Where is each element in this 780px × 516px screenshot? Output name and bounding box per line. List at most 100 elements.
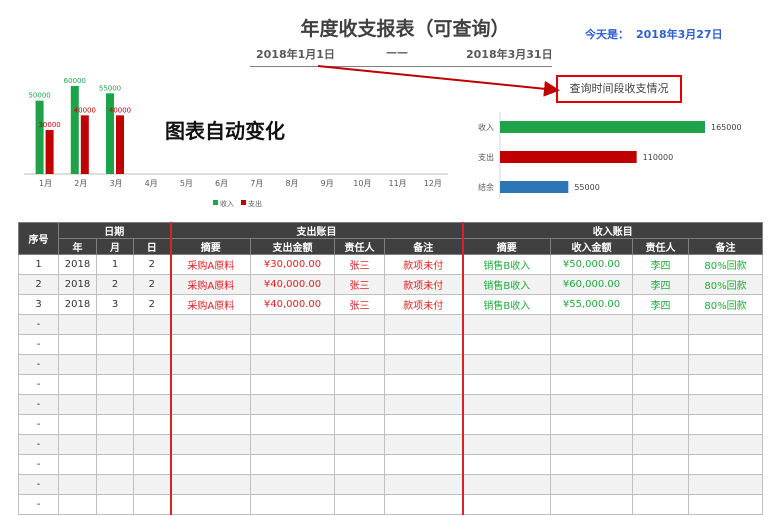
cell-inc-person[interactable]: [632, 374, 690, 395]
cell-day[interactable]: 2: [132, 274, 172, 295]
cell-inc-desc[interactable]: [461, 494, 552, 515]
table-row[interactable]: -: [18, 494, 764, 515]
table-row[interactable]: -: [18, 354, 764, 375]
table-row[interactable]: -: [18, 454, 764, 475]
cell-inc-person[interactable]: [632, 394, 690, 415]
cell-exp-person[interactable]: [334, 434, 386, 455]
cell-exp-person[interactable]: [334, 334, 386, 355]
cell-inc-desc[interactable]: [461, 394, 552, 415]
cell-year[interactable]: [58, 494, 97, 515]
cell-exp-person[interactable]: [334, 314, 386, 335]
cell-inc-amount[interactable]: [550, 454, 634, 475]
cell-inc-note[interactable]: [688, 354, 764, 375]
cell-inc-amount[interactable]: [550, 374, 634, 395]
cell-exp-desc[interactable]: [169, 314, 252, 335]
cell-exp-person[interactable]: [334, 474, 386, 495]
cell-exp-desc[interactable]: [169, 414, 252, 435]
table-row[interactable]: -: [18, 434, 764, 455]
cell-year[interactable]: [58, 354, 97, 375]
cell-inc-person[interactable]: 李四: [632, 274, 690, 295]
cell-inc-note[interactable]: [688, 454, 764, 475]
cell-inc-desc[interactable]: 销售B收入: [461, 254, 552, 275]
cell-exp-person[interactable]: [334, 374, 386, 395]
cell-inc-desc[interactable]: [461, 334, 552, 355]
cell-inc-desc[interactable]: [461, 434, 552, 455]
cell-inc-desc[interactable]: [461, 374, 552, 395]
cell-inc-desc[interactable]: 销售B收入: [461, 294, 552, 315]
cell-inc-person[interactable]: [632, 474, 690, 495]
cell-seq[interactable]: -: [18, 434, 59, 455]
cell-inc-desc[interactable]: [461, 414, 552, 435]
cell-exp-person[interactable]: [334, 494, 386, 515]
cell-exp-amount[interactable]: ¥30,000.00: [250, 254, 336, 275]
cell-exp-desc[interactable]: [169, 454, 252, 475]
cell-seq[interactable]: -: [18, 494, 59, 515]
cell-seq[interactable]: -: [18, 394, 59, 415]
cell-inc-amount[interactable]: [550, 334, 634, 355]
cell-exp-amount[interactable]: [250, 334, 336, 355]
cell-exp-desc[interactable]: [169, 374, 252, 395]
query-start-date[interactable]: 2018年1月1日: [256, 46, 335, 62]
cell-year[interactable]: [58, 474, 97, 495]
cell-year[interactable]: [58, 334, 97, 355]
table-row[interactable]: -: [18, 474, 764, 495]
cell-inc-amount[interactable]: ¥55,000.00: [550, 294, 634, 315]
table-row[interactable]: 1 2018 1 2 采购A原料 ¥30,000.00 张三 款项未付 销售B收入 ¥50,000…: [18, 254, 764, 275]
cell-exp-desc[interactable]: 采购A原料: [169, 254, 252, 275]
table-row[interactable]: 2 2018 2 2 采购A原料 ¥40,000.00 张三 款项未付 销售B收入 ¥60,000…: [18, 274, 764, 295]
cell-month[interactable]: [96, 414, 134, 435]
cell-inc-person[interactable]: [632, 434, 690, 455]
cell-month[interactable]: [96, 354, 134, 375]
cell-month[interactable]: [96, 374, 134, 395]
cell-month[interactable]: 3: [96, 294, 134, 315]
cell-year[interactable]: [58, 394, 97, 415]
cell-inc-person[interactable]: [632, 414, 690, 435]
cell-inc-desc[interactable]: [461, 354, 552, 375]
cell-year[interactable]: 2018: [58, 254, 97, 275]
cell-year[interactable]: 2018: [58, 274, 97, 295]
cell-month[interactable]: [96, 314, 134, 335]
cell-day[interactable]: [132, 354, 172, 375]
cell-inc-note[interactable]: 80%回款: [688, 294, 764, 315]
cell-inc-amount[interactable]: ¥50,000.00: [550, 254, 634, 275]
table-row[interactable]: -: [18, 394, 764, 415]
cell-inc-note[interactable]: 80%回款: [688, 254, 764, 275]
table-row[interactable]: 3 2018 3 2 采购A原料 ¥40,000.00 张三 款项未付 销售B收入 ¥55,000…: [18, 294, 764, 315]
cell-year[interactable]: [58, 454, 97, 475]
cell-inc-note[interactable]: [688, 314, 764, 335]
cell-inc-amount[interactable]: [550, 354, 634, 375]
cell-exp-desc[interactable]: [169, 474, 252, 495]
cell-exp-desc[interactable]: [169, 394, 252, 415]
cell-year[interactable]: 2018: [58, 294, 97, 315]
cell-inc-note[interactable]: [688, 414, 764, 435]
cell-inc-amount[interactable]: [550, 434, 634, 455]
cell-inc-person[interactable]: [632, 354, 690, 375]
cell-exp-note[interactable]: [384, 454, 464, 475]
cell-exp-amount[interactable]: [250, 394, 336, 415]
cell-month[interactable]: [96, 334, 134, 355]
cell-inc-amount[interactable]: [550, 414, 634, 435]
cell-exp-note[interactable]: [384, 394, 464, 415]
cell-seq[interactable]: -: [18, 474, 59, 495]
cell-day[interactable]: [132, 494, 172, 515]
cell-inc-amount[interactable]: [550, 314, 634, 335]
cell-year[interactable]: [58, 374, 97, 395]
cell-exp-person[interactable]: 张三: [334, 294, 386, 315]
cell-exp-person[interactable]: [334, 394, 386, 415]
cell-exp-note[interactable]: [384, 434, 464, 455]
cell-exp-note[interactable]: 款项未付: [384, 274, 464, 295]
cell-inc-desc[interactable]: [461, 314, 552, 335]
cell-exp-note[interactable]: [384, 374, 464, 395]
cell-month[interactable]: [96, 474, 134, 495]
cell-exp-note[interactable]: [384, 494, 464, 515]
cell-exp-note[interactable]: 款项未付: [384, 294, 464, 315]
cell-inc-desc[interactable]: 销售B收入: [461, 274, 552, 295]
cell-seq[interactable]: 2: [18, 274, 59, 295]
cell-inc-note[interactable]: 80%回款: [688, 274, 764, 295]
cell-exp-amount[interactable]: [250, 434, 336, 455]
cell-inc-amount[interactable]: [550, 394, 634, 415]
cell-exp-note[interactable]: 款项未付: [384, 254, 464, 275]
cell-seq[interactable]: -: [18, 314, 59, 335]
cell-inc-note[interactable]: [688, 334, 764, 355]
cell-inc-note[interactable]: [688, 374, 764, 395]
